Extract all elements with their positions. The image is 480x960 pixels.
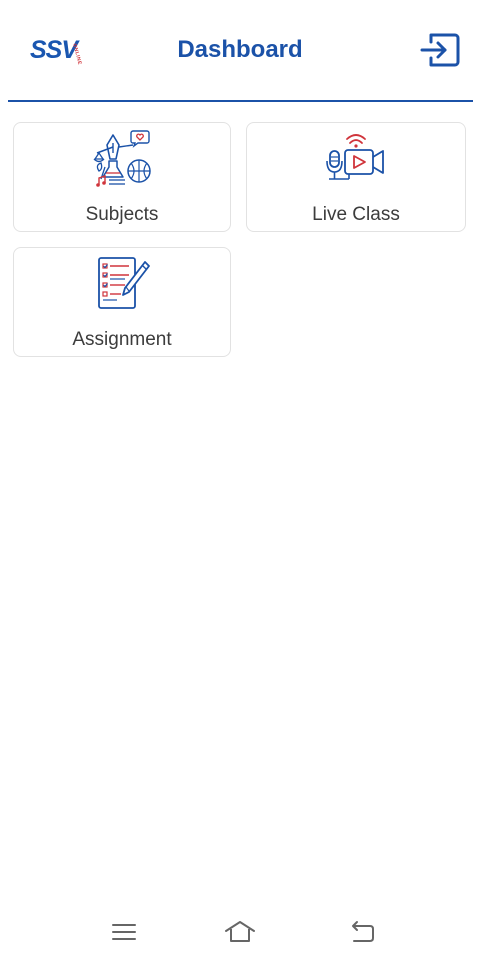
back-icon (352, 921, 374, 942)
menu-icon (112, 924, 136, 940)
tile-label: Assignment (72, 329, 172, 350)
back-button[interactable] (345, 917, 379, 947)
live-class-tile[interactable]: Live Class (246, 122, 466, 232)
tile-label: Subjects (85, 204, 159, 225)
home-button[interactable] (223, 917, 257, 947)
subjects-tile[interactable]: Subjects (13, 122, 231, 232)
page-title: Dashboard (177, 36, 303, 63)
assignment-tile[interactable]: Assignment (13, 247, 231, 357)
logout-button[interactable] (418, 31, 462, 69)
home-icon (225, 921, 255, 942)
live-class-icon (326, 134, 384, 180)
app-header: SSV ONLINE Dashboard (0, 0, 480, 102)
recent-apps-button[interactable] (107, 917, 141, 947)
subjects-icon (93, 130, 151, 187)
system-nav-bar (0, 905, 480, 960)
header-divider (8, 100, 473, 102)
logout-icon (420, 33, 460, 67)
assignment-icon (98, 257, 150, 309)
tile-label: Live Class (312, 204, 400, 225)
